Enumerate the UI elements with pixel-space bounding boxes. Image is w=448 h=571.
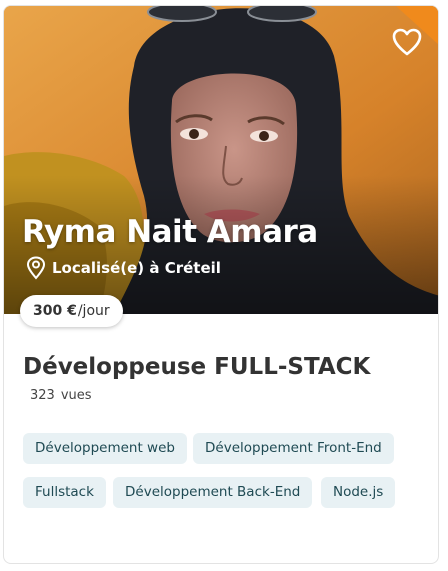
price-amount: 300 € bbox=[33, 303, 77, 319]
profile-photo: Ryma Nait Amara Localisé(e) à Créteil bbox=[4, 6, 438, 314]
location: Localisé(e) à Créteil bbox=[26, 256, 221, 280]
tag-web-development[interactable]: Développement web bbox=[23, 433, 187, 464]
tag-fullstack[interactable]: Fullstack bbox=[23, 477, 106, 508]
views-label: vues bbox=[60, 388, 92, 403]
freelancer-card[interactable]: Ryma Nait Amara Localisé(e) à Créteil 30… bbox=[3, 5, 439, 564]
location-text: Localisé(e) à Créteil bbox=[52, 259, 221, 277]
daily-rate-badge: 300 € /jour bbox=[20, 295, 123, 327]
views-number: 323 bbox=[30, 388, 55, 403]
freelancer-name: Ryma Nait Amara bbox=[22, 214, 318, 250]
views-count: 323 vues bbox=[30, 388, 92, 403]
job-title: Développeuse FULL-STACK bbox=[23, 354, 371, 380]
map-pin-icon bbox=[26, 256, 46, 280]
tag-back-end[interactable]: Développement Back-End bbox=[113, 477, 313, 508]
tag-front-end[interactable]: Développement Front-End bbox=[193, 433, 394, 464]
tag-nodejs[interactable]: Node.js bbox=[321, 477, 396, 508]
favorite-heart-icon[interactable] bbox=[392, 28, 422, 56]
price-unit: /jour bbox=[77, 303, 110, 319]
